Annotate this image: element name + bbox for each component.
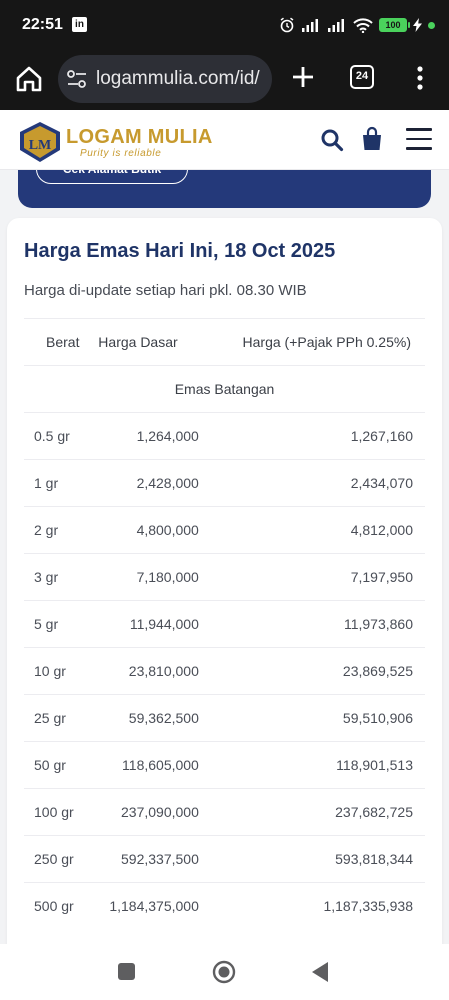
weight-cell: 0.5 gr: [24, 412, 91, 460]
battery-icon: 100: [379, 18, 410, 32]
base-price-cell: 2,428,000: [90, 459, 207, 507]
check-boutique-button[interactable]: Cek Alamat Butik: [36, 170, 188, 184]
table-row: 0.5 gr 1,264,000 1,267,160: [24, 412, 425, 460]
base-price-cell: 4,800,000: [90, 506, 207, 554]
charging-icon: [413, 18, 422, 32]
page-title: Harga Emas Hari Ini, 18 Oct 2025: [24, 240, 336, 262]
address-bar[interactable]: logammulia.com/id/: [58, 55, 272, 103]
table-row: 1 gr 2,428,000 2,434,070: [24, 459, 425, 507]
weight-cell: 250 gr: [24, 835, 91, 883]
brand-name[interactable]: LOGAM MULIA: [66, 126, 213, 149]
more-options-icon[interactable]: [410, 64, 430, 92]
table-row: 250 gr 592,337,500 593,818,344: [24, 835, 425, 883]
group-label: Emas Batangan: [24, 365, 425, 413]
weight-cell: 500 gr: [24, 882, 91, 930]
column-header-base-price: Harga Dasar: [90, 318, 207, 366]
base-price-cell: 592,337,500: [90, 835, 207, 883]
recents-icon[interactable]: [118, 963, 135, 980]
back-icon[interactable]: [310, 961, 330, 983]
price-with-tax-cell: 118,901,513: [206, 741, 425, 789]
browser-toolbar: logammulia.com/id/ 24: [0, 52, 449, 110]
table-row: 25 gr 59,362,500 59,510,906: [24, 694, 425, 742]
table-row: 10 gr 23,810,000 23,869,525: [24, 647, 425, 695]
shopping-bag-icon[interactable]: [360, 126, 384, 152]
base-price-cell: 59,362,500: [90, 694, 207, 742]
weight-cell: 100 gr: [24, 788, 91, 836]
column-header-weight: Berat: [24, 318, 91, 366]
price-with-tax-cell: 59,510,906: [206, 694, 425, 742]
signal-icon: [328, 19, 344, 32]
logo-mark-text: LM: [29, 138, 52, 153]
price-with-tax-cell: 593,818,344: [206, 835, 425, 883]
gold-price-card: Harga Emas Hari Ini, 18 Oct 2025 Harga d…: [7, 218, 442, 958]
weight-cell: 50 gr: [24, 741, 91, 789]
weight-cell: 10 gr: [24, 647, 91, 695]
base-price-cell: 237,090,000: [90, 788, 207, 836]
brand-tagline: Purity is reliable: [80, 148, 162, 159]
price-with-tax-cell: 11,973,860: [206, 600, 425, 648]
table-header-row: Berat Harga Dasar Harga (+Pajak PPh 0.25…: [24, 318, 425, 366]
base-price-cell: 7,180,000: [90, 553, 207, 601]
gold-price-table: Berat Harga Dasar Harga (+Pajak PPh 0.25…: [24, 318, 425, 930]
table-row: 50 gr 118,605,000 118,901,513: [24, 741, 425, 789]
status-bar: 22:51 in 100: [0, 0, 449, 52]
linkedin-icon: in: [72, 17, 87, 32]
weight-cell: 25 gr: [24, 694, 91, 742]
weight-cell: 2 gr: [24, 506, 91, 554]
status-time: 22:51: [22, 16, 63, 33]
status-icons: 100: [279, 15, 435, 35]
home-icon[interactable]: [14, 64, 44, 94]
price-with-tax-cell: 237,682,725: [206, 788, 425, 836]
update-note: Harga di-update setiap hari pkl. 08.30 W…: [24, 282, 307, 299]
price-with-tax-cell: 7,197,950: [206, 553, 425, 601]
site-settings-icon[interactable]: [66, 69, 88, 89]
price-with-tax-cell: 2,434,070: [206, 459, 425, 507]
hamburger-menu-icon[interactable]: [406, 128, 432, 150]
url-text[interactable]: logammulia.com/id/: [96, 68, 260, 90]
base-price-cell: 118,605,000: [90, 741, 207, 789]
search-icon[interactable]: [320, 128, 344, 152]
column-header-price-with-tax: Harga (+Pajak PPh 0.25%): [206, 318, 425, 366]
weight-cell: 3 gr: [24, 553, 91, 601]
table-row: 500 gr 1,184,375,000 1,187,335,938: [24, 882, 425, 930]
base-price-cell: 1,184,375,000: [90, 882, 207, 930]
base-price-cell: 23,810,000: [90, 647, 207, 695]
site-header: LM LOGAM MULIA Purity is reliable: [0, 110, 449, 170]
price-with-tax-cell: 4,812,000: [206, 506, 425, 554]
weight-cell: 1 gr: [24, 459, 91, 507]
table-row: 5 gr 11,944,000 11,973,860: [24, 600, 425, 648]
table-row: 3 gr 7,180,000 7,197,950: [24, 553, 425, 601]
base-price-cell: 11,944,000: [90, 600, 207, 648]
base-price-cell: 1,264,000: [90, 412, 207, 460]
wifi-icon: [353, 18, 373, 33]
home-button-icon[interactable]: [212, 960, 236, 984]
notification-dot: [428, 21, 435, 29]
group-row: Emas Batangan: [24, 365, 425, 413]
alarm-icon: [280, 17, 294, 33]
new-tab-icon[interactable]: [290, 64, 316, 90]
store-locator-banner: Cek Alamat Butik: [18, 170, 431, 208]
system-navigation-bar: [0, 944, 449, 1000]
price-with-tax-cell: 1,267,160: [206, 412, 425, 460]
signal-icon: [302, 19, 318, 32]
tab-switcher-button[interactable]: 24: [350, 65, 374, 89]
price-with-tax-cell: 1,187,335,938: [206, 882, 425, 930]
table-row: 100 gr 237,090,000 237,682,725: [24, 788, 425, 836]
table-row: 2 gr 4,800,000 4,812,000: [24, 506, 425, 554]
weight-cell: 5 gr: [24, 600, 91, 648]
logo-icon[interactable]: LM: [18, 120, 62, 164]
price-with-tax-cell: 23,869,525: [206, 647, 425, 695]
